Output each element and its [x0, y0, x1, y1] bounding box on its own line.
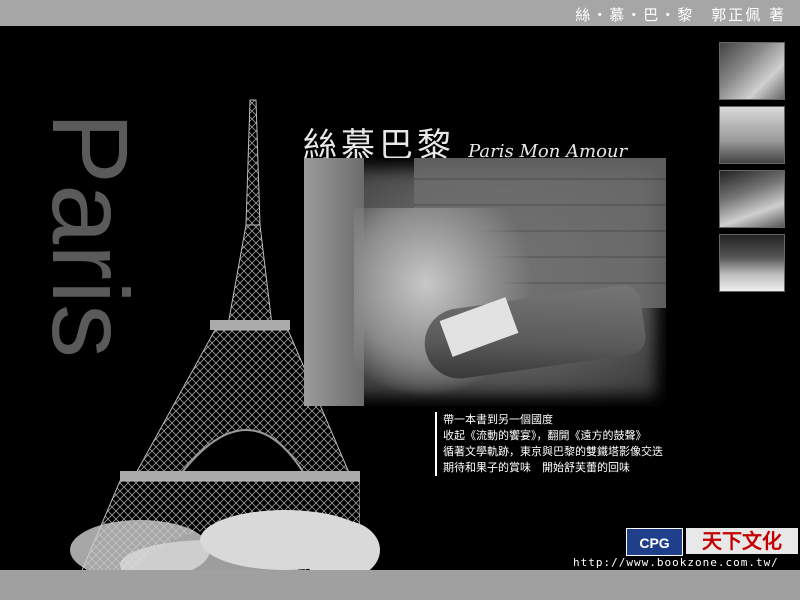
website-url[interactable]: http://www.bookzone.com.tw/: [573, 556, 779, 569]
top-bar: 絲・慕・巴・黎 郭正佩 著: [0, 0, 800, 26]
bottom-bar: [0, 570, 800, 600]
caption-line: 循著文學軌跡，東京與巴黎的雙鐵塔影像交迭: [443, 445, 663, 458]
cpg-logo-text: CPG: [639, 535, 670, 551]
thumbnail-street-scene[interactable]: [719, 42, 785, 100]
cpg-logo[interactable]: CPG: [626, 528, 683, 556]
tianxia-logo[interactable]: 天下文化: [686, 528, 798, 554]
caption-line: 帶一本書到另一個國度: [443, 413, 553, 426]
book-title-author: 絲・慕・巴・黎 郭正佩 著: [575, 6, 786, 24]
thumbnail-cafe-cat[interactable]: [719, 170, 785, 228]
caption-line: 收起《流動的饗宴》，翻開《遠方的鼓聲》: [443, 429, 647, 442]
caption-text: 帶一本書到另一個國度 收起《流動的饗宴》，翻開《遠方的鼓聲》 循著文學軌跡，東京…: [435, 412, 663, 476]
caption-line: 期待和果子的賞味 開始舒芙蕾的回味: [443, 461, 630, 474]
thumbnail-strip: [719, 42, 785, 298]
thumbnail-eiffel-tower[interactable]: [719, 106, 785, 164]
main-photo: [304, 158, 666, 406]
thumbnail-pastry[interactable]: [719, 234, 785, 292]
